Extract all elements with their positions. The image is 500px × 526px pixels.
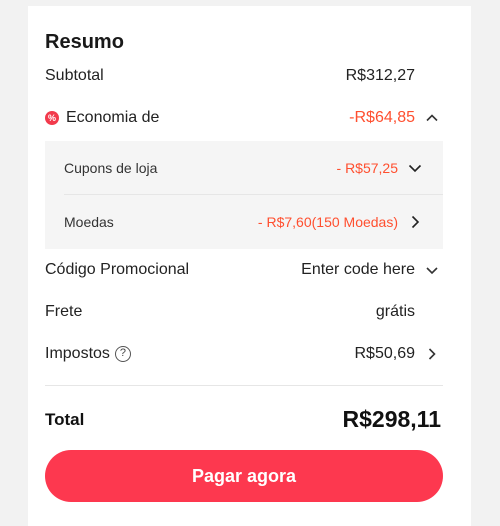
chevron-up-icon[interactable] (423, 109, 441, 127)
coins-row[interactable]: Moedas - R$7,60(150 Moedas) (64, 213, 424, 231)
total-label: Total (45, 409, 85, 429)
chevron-right-icon[interactable] (406, 213, 424, 231)
coins-label: Moedas (64, 214, 114, 230)
subtotal-label: Subtotal (45, 67, 104, 84)
taxes-row[interactable]: Impostos ? R$50,69 (45, 345, 441, 363)
total-row: Total R$298,11 (45, 406, 441, 433)
total-value: R$298,11 (342, 406, 441, 432)
help-icon[interactable]: ? (114, 346, 131, 362)
taxes-value: R$50,69 (354, 345, 416, 362)
taxes-label: Impostos (45, 345, 110, 362)
discount-badge-icon: % (45, 111, 59, 125)
shipping-value: grátis (375, 303, 415, 320)
promo-code-label: Código Promocional (45, 261, 190, 278)
promo-code-row[interactable]: Código Promocional Enter code here (45, 261, 441, 279)
pay-now-button[interactable]: Pagar agora (45, 450, 443, 502)
coins-value: - R$7,60(150 Moedas) (257, 214, 398, 230)
savings-label: Economia de (66, 109, 160, 126)
promo-code-input[interactable]: Enter code here (301, 261, 415, 279)
savings-details: Cupons de loja - R$57,25 Moedas - R$7,60… (45, 141, 443, 249)
sub-divider (64, 194, 443, 195)
store-coupons-row[interactable]: Cupons de loja - R$57,25 (64, 159, 424, 177)
divider (45, 385, 443, 386)
store-coupons-value: - R$57,25 (336, 160, 398, 176)
chevron-down-icon[interactable] (423, 261, 441, 279)
order-summary-card: Resumo Subtotal R$312,27 % Economia de -… (28, 6, 471, 526)
subtotal-row: Subtotal R$312,27 (45, 67, 441, 85)
store-coupons-label: Cupons de loja (64, 160, 158, 176)
chevron-right-icon[interactable] (423, 345, 441, 363)
shipping-row: Frete grátis (45, 303, 441, 321)
chevron-down-icon[interactable] (406, 159, 424, 177)
subtotal-value: R$312,27 (345, 67, 415, 84)
savings-row[interactable]: % Economia de -R$64,85 (45, 109, 441, 127)
summary-title: Resumo (45, 31, 124, 53)
savings-value: -R$64,85 (349, 109, 415, 126)
shipping-label: Frete (45, 303, 83, 320)
